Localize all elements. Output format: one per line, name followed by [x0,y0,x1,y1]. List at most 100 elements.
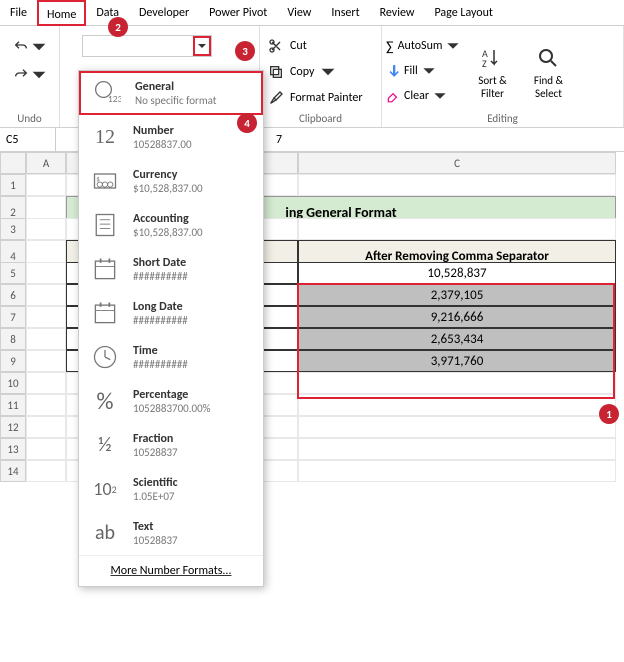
row-header[interactable]: 1 [0,174,26,196]
tab-powerpivot[interactable]: Power Pivot [199,0,277,26]
format-painter-button[interactable]: Format Painter [264,87,367,109]
cell[interactable] [26,328,66,350]
cell[interactable] [298,394,616,416]
cell[interactable] [298,460,616,482]
cell[interactable] [298,438,616,460]
calendar-icon [89,253,121,285]
format-sub: 1.05E+07 [133,490,178,503]
cell[interactable] [26,174,66,196]
cell[interactable] [298,416,616,438]
cell[interactable] [26,460,66,482]
data-cell[interactable]: 9,216,666 [298,306,616,328]
row-header[interactable]: 9 [0,350,26,372]
sort-label: Sort & Filter [468,74,516,100]
painter-label: Format Painter [290,91,363,105]
caret-down-icon [320,64,336,80]
cell[interactable] [298,174,616,196]
group-label-undo: Undo [4,110,55,127]
format-title: Fraction [133,432,178,446]
group-clipboard: Cut Copy Format Painter Clipboard [260,26,382,127]
cell[interactable] [26,262,66,284]
clock-icon [89,341,121,373]
cell[interactable] [298,372,616,394]
format-text[interactable]: ab Text10528837 [79,511,263,555]
format-fraction[interactable]: ½ Fraction10528837 [79,423,263,467]
cell[interactable] [26,394,66,416]
cell[interactable] [26,218,66,240]
format-scientific[interactable]: 102 Scientific1.05E+07 [79,467,263,511]
clear-button[interactable]: Clear [386,85,460,107]
cut-button[interactable]: Cut [264,35,311,57]
more-number-formats[interactable]: More Number Formats... [79,555,263,586]
eraser-icon [386,89,400,103]
copy-button[interactable]: Copy [264,61,340,83]
data-cell[interactable]: 3,971,760 [298,350,616,372]
format-percentage[interactable]: % Percentage1052883700.00% [79,379,263,423]
row-header[interactable]: 3 [0,218,26,240]
row-header[interactable]: 7 [0,306,26,328]
row-header[interactable]: 14 [0,460,26,482]
cell[interactable] [26,306,66,328]
tab-file[interactable]: File [0,0,37,26]
format-accounting[interactable]: Accounting$10,528,837.00 [79,203,263,247]
fill-button[interactable]: Fill [386,60,460,82]
format-currency[interactable]: $ Currency$10,528,837.00 [79,159,263,203]
data-cell[interactable]: 10,528,837 [298,262,616,284]
sort-filter-icon: AZ [480,46,504,70]
row-header[interactable]: 13 [0,438,26,460]
row-header[interactable]: 5 [0,262,26,284]
row-header[interactable]: 12 [0,416,26,438]
fill-label: Fill [404,64,418,78]
number-icon: 12 [89,121,121,153]
data-cell[interactable]: 2,653,434 [298,328,616,350]
tab-home[interactable]: Home [37,0,86,26]
group-label-editing: Editing [386,110,619,127]
row-header[interactable]: 10 [0,372,26,394]
number-format-select[interactable] [82,35,212,57]
tab-review[interactable]: Review [370,0,425,26]
name-box[interactable]: C5 [0,128,56,151]
format-dropdown-arrow[interactable] [193,36,211,56]
fill-down-icon [386,64,400,78]
cell[interactable] [298,218,616,240]
copy-label: Copy [290,65,314,79]
format-title: Time [133,344,188,358]
col-header-c[interactable]: C [298,152,616,174]
sigma-icon: ∑ [386,38,394,55]
cell[interactable] [26,284,66,306]
autosum-button[interactable]: ∑ AutoSum [386,35,460,57]
row-header[interactable]: 6 [0,284,26,306]
format-shortdate[interactable]: Short Date########## [79,247,263,291]
tab-developer[interactable]: Developer [129,0,199,26]
select-all-corner[interactable] [0,152,26,174]
text-icon: ab [89,517,121,549]
cell[interactable] [26,416,66,438]
sort-filter-button[interactable]: AZ Sort & Filter [468,35,516,110]
tab-insert[interactable]: Insert [321,0,369,26]
format-time[interactable]: Time########## [79,335,263,379]
data-cell[interactable]: 2,379,105 [298,284,616,306]
find-select-button[interactable]: Find & Select [524,35,572,110]
cell[interactable] [26,350,66,372]
caret-down-icon [31,67,47,83]
cell[interactable] [26,438,66,460]
format-general[interactable]: 123 GeneralNo specific format [79,71,263,115]
format-longdate[interactable]: Long Date########## [79,291,263,335]
accounting-icon [89,209,121,241]
scientific-icon: 102 [89,473,121,505]
redo-button[interactable] [13,65,47,85]
find-label: Find & Select [524,74,572,100]
tab-pagelayout[interactable]: Page Layout [424,0,502,26]
tab-view[interactable]: View [277,0,321,26]
col-header-a[interactable]: A [26,152,66,174]
format-title: General [135,80,216,94]
undo-button[interactable] [13,37,47,57]
format-title: Short Date [133,256,188,270]
row-header[interactable]: 11 [0,394,26,416]
cell[interactable] [26,372,66,394]
general-icon: 123 [91,77,123,109]
format-number[interactable]: 12 Number10528837.00 [79,115,263,159]
format-sub: 10528837 [133,534,178,547]
annotation-badge-2: 2 [108,17,128,37]
row-header[interactable]: 8 [0,328,26,350]
